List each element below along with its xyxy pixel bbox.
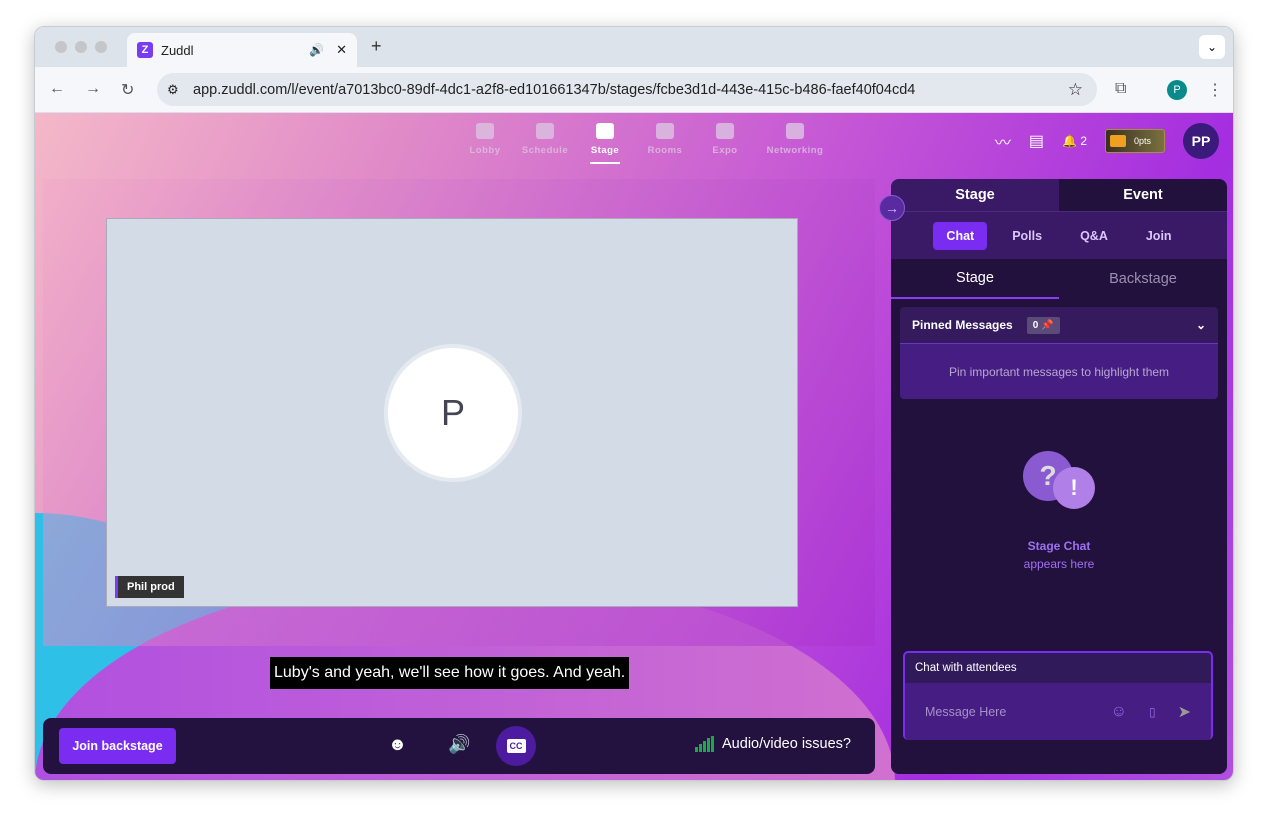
empty-title: Stage Chat: [1027, 539, 1091, 553]
tab-bar: Z Zuddl 🔊 ✕ + ⌄: [35, 27, 1233, 67]
menu-icon[interactable]: ⋮: [1207, 80, 1223, 100]
speaker-name-label: Phil prod: [115, 576, 184, 598]
signal-strength-icon: [695, 736, 715, 752]
nav-expo[interactable]: Expo: [695, 121, 755, 164]
cc-icon: CC: [506, 739, 526, 753]
bookmark-star-icon[interactable]: ☆: [1068, 80, 1083, 100]
arrow-right-icon: →: [885, 200, 899, 216]
nav-rooms[interactable]: Rooms: [635, 121, 695, 164]
maximize-window-button[interactable]: [95, 41, 107, 53]
zuddl-app: Lobby Schedule Stage Rooms Expo Networki…: [35, 113, 1233, 780]
pinned-messages: Pinned Messages 0 📌 ⌄ Pin important mess…: [900, 307, 1218, 399]
send-icon[interactable]: ➤: [1178, 702, 1191, 722]
browser-window: Z Zuddl 🔊 ✕ + ⌄ ← → ↻ ⚙ app.zuddl.com/l/…: [34, 26, 1234, 781]
nav-schedule[interactable]: Schedule: [515, 121, 575, 164]
tab-event[interactable]: Event: [1059, 179, 1227, 211]
pinned-count-badge: 0 📌: [1026, 316, 1060, 334]
event-nav: Lobby Schedule Stage Rooms Expo Networki…: [455, 121, 835, 164]
chat-empty-state: ?! Stage Chat appears here: [891, 451, 1227, 571]
tab-stage[interactable]: Stage: [891, 179, 1059, 211]
url-input[interactable]: ⚙ app.zuddl.com/l/event/a7013bc0-89df-4d…: [157, 73, 1097, 106]
nav-label: Lobby: [469, 145, 501, 156]
nav-stage[interactable]: Stage: [575, 121, 635, 164]
site-settings-icon[interactable]: ⚙: [167, 82, 179, 98]
nav-label: Stage: [590, 145, 620, 156]
chat-icon[interactable]: ▤: [1029, 131, 1044, 151]
emoji-icon[interactable]: ☺: [1111, 703, 1127, 721]
chat-header: Chat with attendees: [915, 662, 1017, 674]
volume-icon[interactable]: 🔊: [448, 734, 470, 755]
stage-icon: [596, 123, 614, 139]
back-icon[interactable]: ←: [49, 80, 65, 98]
tab-search-button[interactable]: ⌄: [1199, 35, 1225, 59]
tab-title: Zuddl: [161, 42, 194, 58]
chat-bubbles-icon: ?!: [1019, 451, 1099, 521]
pinned-header[interactable]: Pinned Messages 0 📌 ⌄: [900, 307, 1218, 344]
emoji-reaction-icon[interactable]: ☻: [388, 734, 407, 755]
chat-composer: Chat with attendees Message Here ☺ ▯ ➤: [903, 651, 1213, 740]
av-issues-button[interactable]: Audio/video issues?: [695, 736, 851, 752]
notifications-button[interactable]: 🔔 2: [1062, 134, 1087, 148]
side-panel: Stage Event Chat Polls Q&A Join Stage Ba…: [891, 179, 1227, 774]
header-actions: 〰 ▤ 🔔 2 0pts PP: [995, 123, 1219, 159]
rooms-icon: [656, 123, 674, 139]
people-icon: [786, 123, 804, 139]
speaker-video-tile: P Phil prod: [106, 218, 798, 607]
nav-networking[interactable]: Networking: [755, 121, 835, 164]
subtab-qa[interactable]: Q&A: [1067, 222, 1121, 250]
empty-subtitle: appears here: [1023, 557, 1095, 571]
subtab-chat[interactable]: Chat: [933, 221, 988, 250]
calendar-icon: [536, 123, 554, 139]
nav-lobby[interactable]: Lobby: [455, 121, 515, 164]
points-badge[interactable]: 0pts: [1105, 129, 1165, 153]
pinned-empty-text: Pin important messages to highlight them: [900, 344, 1218, 399]
gif-icon[interactable]: ▯: [1149, 705, 1156, 719]
speaker-avatar: P: [384, 344, 522, 482]
close-window-button[interactable]: [55, 41, 67, 53]
pinned-title: Pinned Messages: [912, 318, 1013, 332]
subtab-join[interactable]: Join: [1133, 222, 1185, 250]
message-input[interactable]: Message Here: [925, 705, 1006, 719]
minimize-window-button[interactable]: [75, 41, 87, 53]
live-caption: Luby's and yeah, we'll see how it goes. …: [270, 657, 630, 689]
notification-count: 2: [1080, 134, 1087, 148]
stage-controls: Join backstage ☻ 🔊 CC Audio/video issues…: [43, 718, 875, 774]
user-avatar[interactable]: PP: [1183, 123, 1219, 159]
activity-icon[interactable]: 〰: [995, 129, 1011, 153]
points-text: 0pts: [1134, 136, 1152, 146]
nav-label: Rooms: [647, 145, 683, 156]
profile-avatar[interactable]: P: [1167, 80, 1187, 100]
address-bar-row: ← → ↻ ⚙ app.zuddl.com/l/event/a7013bc0-8…: [35, 67, 1233, 113]
nav-label: Networking: [766, 145, 824, 156]
browser-tab[interactable]: Z Zuddl 🔊 ✕: [127, 33, 357, 67]
join-backstage-button[interactable]: Join backstage: [59, 728, 176, 764]
zuddl-favicon-icon: Z: [137, 42, 153, 58]
coins-icon: [1110, 135, 1126, 147]
reload-icon[interactable]: ↻: [121, 80, 134, 100]
new-tab-button[interactable]: +: [371, 36, 382, 57]
collapse-panel-button[interactable]: →: [879, 195, 905, 221]
av-issues-label: Audio/video issues?: [722, 736, 851, 752]
booth-icon: [716, 123, 734, 139]
pin-icon: 📌: [1041, 319, 1054, 331]
speaker-icon[interactable]: 🔊: [309, 43, 324, 57]
extensions-icon[interactable]: ⧉: [1115, 80, 1126, 98]
nav-label: Schedule: [521, 145, 569, 156]
close-tab-icon[interactable]: ✕: [336, 42, 347, 58]
sofa-icon: [476, 123, 494, 139]
forward-icon[interactable]: →: [85, 80, 101, 98]
bell-icon: 🔔: [1062, 134, 1077, 148]
url-text: app.zuddl.com/l/event/a7013bc0-89df-4dc1…: [193, 81, 916, 98]
stage-area: P Phil prod: [43, 179, 875, 646]
nav-label: Expo: [712, 145, 738, 156]
chat-tab-backstage[interactable]: Backstage: [1059, 259, 1227, 299]
pinned-count: 0: [1032, 319, 1039, 331]
chat-tab-stage[interactable]: Stage: [891, 259, 1059, 299]
chevron-down-icon[interactable]: ⌄: [1196, 318, 1206, 332]
captions-toggle[interactable]: CC: [496, 726, 536, 766]
subtab-polls[interactable]: Polls: [999, 222, 1055, 250]
